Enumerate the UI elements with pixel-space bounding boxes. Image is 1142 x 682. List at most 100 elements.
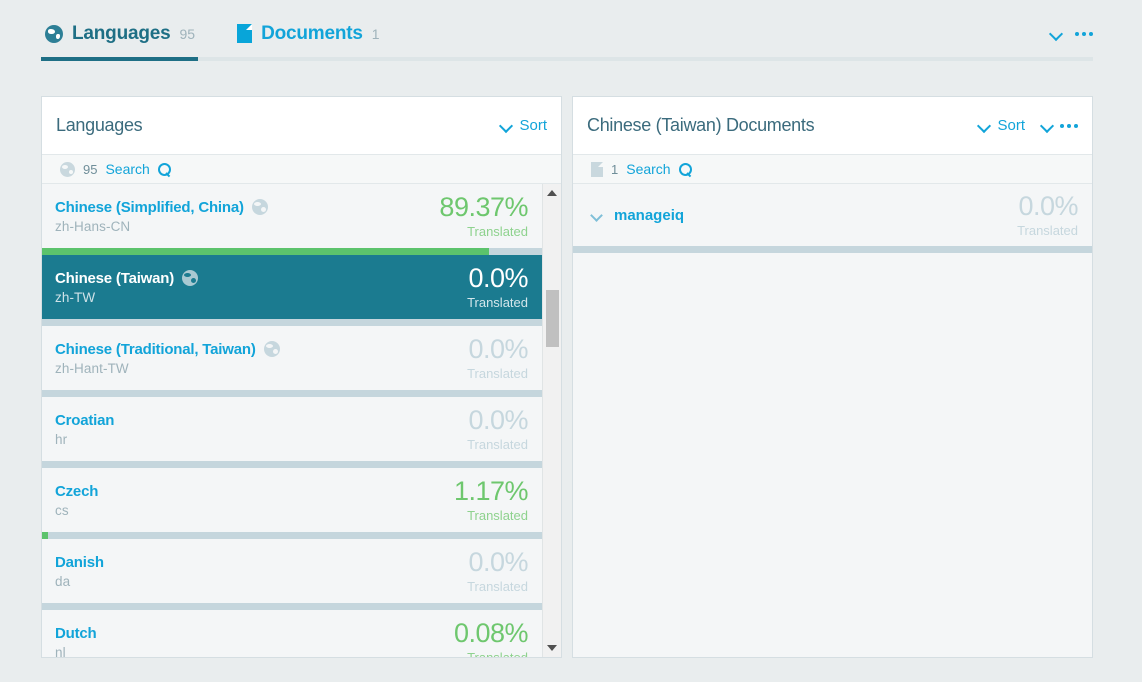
globe-icon [45, 24, 63, 43]
language-row-content[interactable]: Chinese (Taiwan) zh-TW 0.0% Translated [42, 255, 542, 319]
language-percent: 0.0% [468, 334, 528, 364]
language-row-content[interactable]: Chinese (Simplified, China) zh-Hans-CN 89.… [42, 184, 542, 248]
language-code: cs [55, 502, 69, 518]
language-translated-label: Translated [467, 508, 528, 523]
language-row[interactable]: Chinese (Traditional, Taiwan) zh-Hant-TW 0… [42, 326, 542, 397]
language-translated-label: Translated [454, 651, 528, 657]
language-row-content[interactable]: Danish da 0.0% Translated [42, 539, 542, 603]
search-icon[interactable] [678, 162, 692, 176]
documents-sort-button[interactable]: Sort [978, 117, 1025, 134]
kebab-menu-icon [1060, 123, 1078, 128]
document-progress-bar [573, 246, 1092, 253]
languages-list-body: Chinese (Simplified, China) zh-Hans-CN 89.… [42, 184, 561, 657]
languages-search-count: 95 [83, 161, 98, 177]
document-row[interactable]: manageiq 0.0% Translated [573, 184, 1092, 253]
language-translated-label: Translated [467, 366, 528, 381]
language-name-wrap: Chinese (Traditional, Taiwan) [55, 341, 280, 358]
language-translated-label: Translated [467, 579, 528, 594]
scrollbar[interactable] [542, 184, 561, 657]
documents-list-body: manageiq 0.0% Translated [573, 184, 1092, 657]
language-row[interactable]: Chinese (Simplified, China) zh-Hans-CN 89.… [42, 184, 542, 255]
chevron-down-icon [1041, 119, 1054, 132]
language-name: Czech [55, 482, 99, 500]
chevron-down-icon[interactable] [591, 210, 602, 221]
language-row-left: Dutch nl [55, 625, 97, 658]
languages-search-bar[interactable]: 95 Search [42, 154, 561, 184]
document-icon [591, 161, 603, 177]
language-translated-label: Translated [467, 224, 528, 239]
tab-documents-count: 1 [371, 25, 380, 42]
documents-sort-label: Sort [997, 117, 1025, 134]
language-name-wrap: Czech [55, 483, 98, 500]
tab-documents-label: Documents [261, 22, 363, 44]
language-progress-bar [42, 248, 542, 255]
tab-active-indicator [41, 57, 198, 61]
documents-more-menu[interactable] [1041, 119, 1078, 132]
document-name: manageiq [614, 206, 685, 224]
language-row-content[interactable]: Croatian hr 0.0% Translated [42, 397, 542, 461]
language-name: Danish [55, 553, 104, 571]
documents-panel-title: Chinese (Taiwan) Documents [587, 115, 815, 135]
documents-list: manageiq 0.0% Translated [573, 184, 1092, 657]
tab-documents[interactable]: Documents 1 [233, 10, 383, 57]
kebab-menu-icon[interactable] [1075, 31, 1093, 36]
language-percent: 0.0% [468, 547, 528, 577]
language-row-left: Chinese (Simplified, China) zh-Hans-CN [55, 199, 268, 234]
scroll-up-button[interactable] [543, 184, 561, 202]
language-row-content[interactable]: Chinese (Traditional, Taiwan) zh-Hant-TW 0… [42, 326, 542, 390]
language-row-left: Chinese (Taiwan) zh-TW [55, 269, 199, 305]
language-percent: 89.37% [439, 192, 528, 222]
documents-search-link[interactable]: Search [626, 161, 670, 177]
tab-languages[interactable]: Languages 95 [41, 10, 199, 57]
document-name-wrap: manageiq [591, 207, 684, 224]
globe-icon [60, 161, 75, 177]
language-row[interactable]: Croatian hr 0.0% Translated [42, 397, 542, 468]
language-code: zh-Hans-CN [55, 218, 131, 234]
scrollbar-thumb[interactable] [546, 290, 559, 347]
scroll-down-button[interactable] [543, 639, 561, 657]
tab-list: Languages 95 Documents 1 [41, 10, 1093, 57]
languages-panel-actions: Sort [500, 117, 547, 134]
language-row-left: Danish da [55, 554, 104, 589]
language-code: zh-Hant-TW [55, 360, 129, 376]
language-name: Dutch [55, 624, 97, 642]
languages-sort-button[interactable]: Sort [500, 117, 547, 134]
language-row-right: 0.08% Translated [453, 618, 529, 658]
language-progress-bar [42, 390, 542, 397]
language-name: Chinese (Taiwan) [55, 269, 175, 287]
language-row-content[interactable]: Czech cs 1.17% Translated [42, 468, 542, 532]
documents-search-bar[interactable]: 1 Search [573, 154, 1092, 184]
languages-panel-title: Languages [56, 115, 143, 135]
language-row-left: Chinese (Traditional, Taiwan) zh-Hant-TW [55, 341, 280, 376]
language-percent: 0.08% [453, 618, 529, 648]
language-translated-label: Translated [467, 437, 528, 452]
globe-icon [251, 199, 268, 215]
tab-bar: Languages 95 Documents 1 [41, 10, 1093, 62]
language-progress-bar [42, 532, 542, 539]
language-row[interactable]: Danish da 0.0% Translated [42, 539, 542, 610]
language-name: Croatian [55, 411, 115, 429]
tab-underline [41, 57, 1093, 61]
language-progress-bar [42, 603, 542, 610]
language-row-left: Croatian hr [55, 412, 114, 447]
tab-languages-count: 95 [179, 25, 196, 42]
documents-search-count: 1 [611, 161, 619, 177]
chevron-down-icon[interactable] [1050, 27, 1063, 40]
panel-container: Languages Sort 95 Search Chinese (Simpli… [41, 96, 1093, 658]
search-icon[interactable] [157, 162, 171, 176]
language-row-content[interactable]: Dutch nl 0.08% Translated [42, 610, 542, 658]
language-row[interactable]: Dutch nl 0.08% Translated [42, 610, 542, 657]
documents-panel: Chinese (Taiwan) Documents Sort 1 Search… [572, 96, 1093, 658]
document-translated-label: Translated [1017, 223, 1078, 238]
language-row-right: 0.0% Translated [467, 334, 528, 381]
languages-search-link[interactable]: Search [105, 161, 149, 177]
language-row[interactable]: Czech cs 1.17% Translated [42, 468, 542, 539]
document-row-content[interactable]: manageiq 0.0% Translated [573, 184, 1092, 246]
language-row[interactable]: Chinese (Taiwan) zh-TW 0.0% Translated [42, 255, 542, 326]
language-name-wrap: Chinese (Simplified, China) [55, 199, 268, 216]
documents-panel-actions: Sort [978, 117, 1078, 134]
languages-panel-header: Languages Sort [42, 97, 561, 154]
chevron-down-icon [978, 119, 991, 132]
languages-sort-label: Sort [519, 117, 547, 134]
language-row-right: 89.37% Translated [439, 192, 528, 239]
